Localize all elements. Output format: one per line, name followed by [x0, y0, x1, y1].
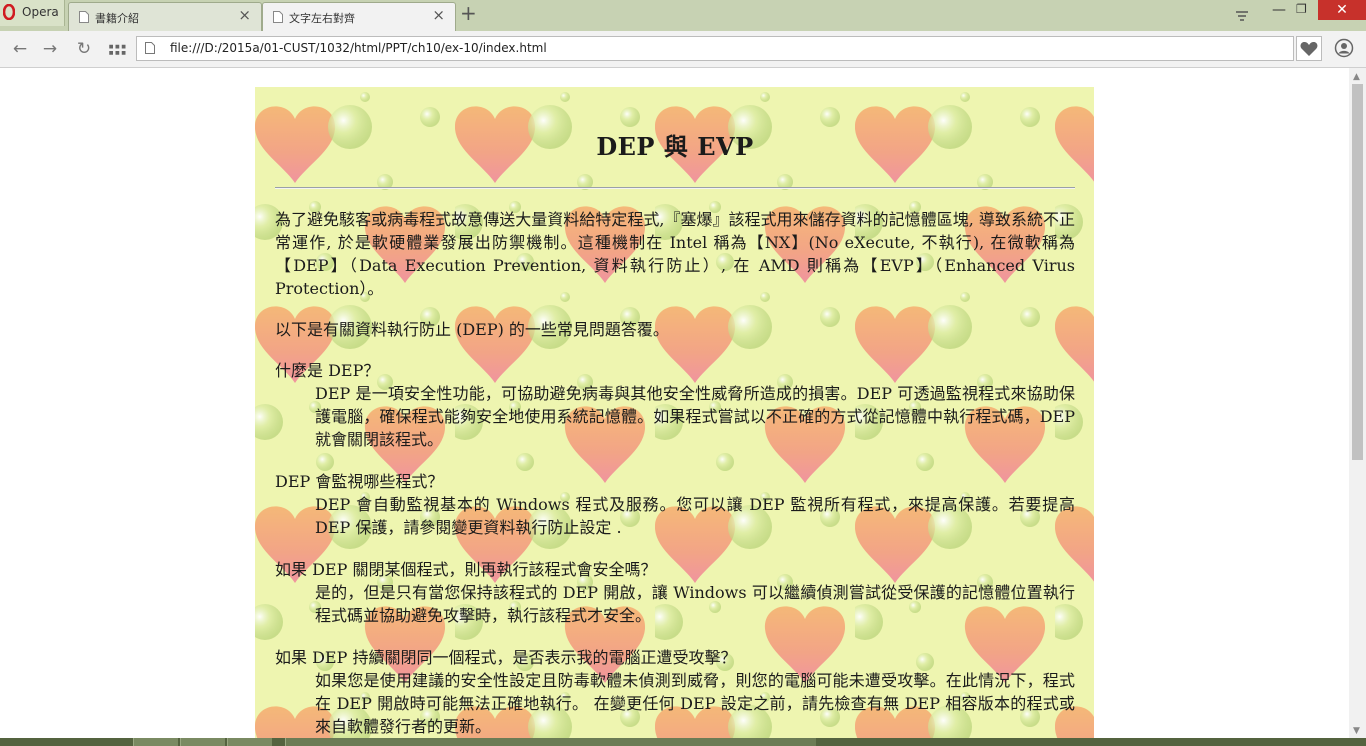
opera-menu-label: Opera — [22, 5, 59, 19]
forward-icon[interactable]: → — [40, 39, 60, 59]
url-text[interactable]: file:///D:/2015a/01-CUST/1032/html/PPT/c… — [170, 41, 547, 55]
document-body: DEP 與 EVP 為了避免駭客或病毒程式故意傳送大量資料給特定程式,『塞爆』該… — [255, 87, 1094, 738]
maximize-icon[interactable]: ❐ — [1296, 2, 1312, 22]
tab-strip: Opera 書籍介紹 × 文字左右對齊 × + — ❐ ✕ — [0, 0, 1366, 32]
taskbar-item[interactable] — [180, 738, 225, 746]
faq-answer: DEP 會自動監視基本的 Windows 程式及服務。您可以讓 DEP 監視所有… — [315, 495, 1075, 537]
page-icon — [79, 11, 89, 23]
intro-paragraph: 為了避免駭客或病毒程式故意傳送大量資料給特定程式,『塞爆』該程式用來儲存資料的記… — [275, 210, 1075, 298]
taskbar-item[interactable] — [285, 738, 816, 746]
vertical-scrollbar[interactable]: ▲ ▼ — [1349, 68, 1366, 738]
reload-icon[interactable]: ↻ — [74, 39, 94, 59]
speed-dial-icon[interactable] — [108, 41, 128, 61]
tab-close-icon[interactable]: × — [238, 8, 251, 23]
tab-text-justify[interactable]: 文字左右對齊 × — [262, 2, 456, 32]
faq-answer: 是的，但是只有當您保持該程式的 DEP 開啟，讓 Windows 可以繼續偵測嘗… — [315, 583, 1075, 625]
page-viewport: DEP 與 EVP 為了避免駭客或病毒程式故意傳送大量資料給特定程式,『塞爆』該… — [0, 68, 1349, 738]
scrollbar-thumb[interactable] — [1352, 84, 1363, 460]
address-bar[interactable]: file:///D:/2015a/01-CUST/1032/html/PPT/c… — [136, 36, 1294, 61]
close-window-icon[interactable]: ✕ — [1318, 0, 1366, 20]
horizontal-rule — [275, 187, 1075, 189]
page-icon — [273, 11, 283, 23]
address-toolbar: ← → ↻ file:///D:/2015a/01-CUST/1032/html… — [0, 31, 1366, 68]
faq-answer: DEP 是一項安全性功能，可協助避免病毒與其他安全性威脅所造成的損害。DEP 可… — [315, 384, 1075, 449]
faq-question: 什麼是 DEP？ — [275, 361, 380, 380]
faq-list: 什麼是 DEP？ DEP 是一項安全性功能，可協助避免病毒與其他安全性威脅所造成… — [275, 359, 1075, 738]
tab-menu-icon[interactable] — [1232, 6, 1252, 26]
faq-question: 如果 DEP 關閉某個程式，則再執行該程式會安全嗎？ — [275, 560, 657, 579]
opera-menu-button[interactable]: Opera — [0, 0, 65, 26]
tab-label: 書籍介紹 — [95, 12, 139, 25]
faq-intro-paragraph: 以下是有關資料執行防止 (DEP) 的一些常見問題答覆。 — [275, 320, 669, 339]
faq-answer: 如果您是使用建議的安全性設定且防毒軟體未偵測到威脅，則您的電腦可能未遭受攻擊。在… — [315, 671, 1075, 736]
os-taskbar — [0, 738, 1366, 746]
scroll-up-icon[interactable]: ▲ — [1353, 72, 1360, 82]
heart-icon — [1300, 41, 1318, 56]
opera-logo-icon — [3, 4, 15, 20]
page-icon — [145, 42, 155, 54]
faq-question: DEP 會監視哪些程式？ — [275, 472, 444, 491]
minimize-icon[interactable]: — — [1272, 2, 1288, 22]
tab-label: 文字左右對齊 — [289, 12, 355, 25]
bookmark-heart-button[interactable] — [1296, 36, 1322, 61]
profile-icon[interactable] — [1334, 38, 1354, 58]
taskbar-item[interactable] — [227, 738, 272, 746]
faq-question: 如果 DEP 持續關閉同一個程式，是否表示我的電腦正遭受攻擊？ — [275, 648, 737, 667]
taskbar-item[interactable] — [133, 738, 178, 746]
scroll-down-icon[interactable]: ▼ — [1353, 726, 1360, 736]
new-tab-icon[interactable]: + — [460, 3, 477, 23]
tab-books[interactable]: 書籍介紹 × — [68, 2, 262, 31]
document-content: DEP 與 EVP 為了避免駭客或病毒程式故意傳送大量資料給特定程式,『塞爆』該… — [275, 87, 1075, 738]
back-icon[interactable]: ← — [10, 39, 30, 59]
tab-close-icon[interactable]: × — [432, 8, 445, 23]
page-title: DEP 與 EVP — [596, 132, 754, 161]
